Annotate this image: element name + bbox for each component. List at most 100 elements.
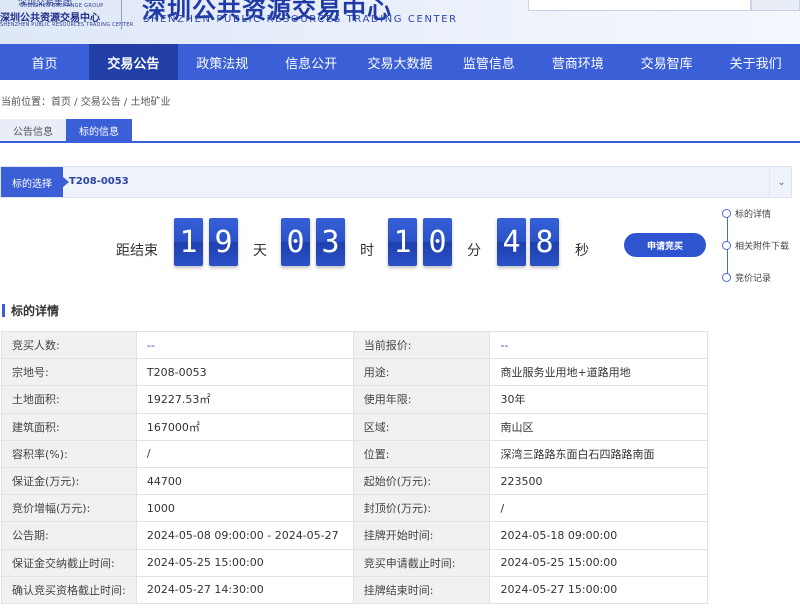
nav-item-business-env[interactable]: 营商环境 bbox=[533, 44, 622, 80]
detail-label: 封顶价(万元): bbox=[352, 494, 491, 523]
detail-value: 2024-05-27 14:30:00 bbox=[135, 575, 354, 604]
side-nav-label: 相关附件下载 bbox=[735, 242, 790, 252]
detail-value: / bbox=[489, 494, 708, 523]
chevron-down-icon[interactable]: ⌄ bbox=[769, 167, 793, 197]
logo-title-en: SHENZHEN PUBLIC RESOURCES TRADING CENTER bbox=[143, 14, 458, 25]
side-nav-item-attachments[interactable]: 相关附件下载 bbox=[722, 239, 789, 252]
nav-item-announcements[interactable]: 交易公告 bbox=[88, 44, 178, 80]
circle-icon bbox=[722, 209, 731, 218]
detail-value: 商业服务业用地+道路用地 bbox=[489, 358, 708, 387]
nav-item-big-data[interactable]: 交易大数据 bbox=[356, 44, 445, 80]
table-row: 竞价增幅(万元): 1000 封顶价(万元): / bbox=[1, 494, 708, 523]
detail-value: 深湾三路路东面白石四路路南面 bbox=[489, 439, 708, 468]
detail-value: T208-0053 bbox=[135, 358, 354, 387]
section-title-text: 标的详情 bbox=[11, 304, 60, 318]
detail-value: 2024-05-25 15:00:00 bbox=[489, 548, 708, 577]
countdown-minute-digit: 1 bbox=[388, 218, 417, 266]
section-title: 标的详情 bbox=[2, 302, 59, 319]
countdown-day-digit: 9 bbox=[209, 218, 238, 266]
breadcrumb: 当前位置：首页 / 交易公告 / 土地矿业 bbox=[1, 97, 171, 108]
detail-label: 公告期: bbox=[1, 521, 137, 550]
detail-label: 竞价增幅(万元): bbox=[1, 494, 137, 523]
detail-label: 位置: bbox=[352, 439, 491, 468]
countdown-second-unit: 秒 bbox=[575, 243, 589, 259]
detail-value: -- bbox=[489, 330, 708, 360]
nav-item-think-tank[interactable]: 交易智库 bbox=[622, 44, 711, 80]
side-nav-label: 标的详情 bbox=[735, 210, 772, 220]
countdown-day-digit: 1 bbox=[174, 218, 203, 266]
detail-label: 确认竞买资格截止时间: bbox=[1, 575, 137, 604]
detail-value: -- bbox=[135, 330, 354, 360]
circle-icon bbox=[722, 241, 731, 250]
detail-label: 宗地号: bbox=[1, 358, 137, 387]
detail-value: 19227.53㎡ bbox=[135, 385, 354, 414]
nav-item-disclosure[interactable]: 信息公开 bbox=[267, 44, 356, 80]
search-button[interactable] bbox=[751, 0, 800, 11]
detail-label: 竞买人数: bbox=[1, 330, 137, 360]
search-input[interactable] bbox=[528, 0, 751, 11]
countdown-second-digit: 8 bbox=[530, 218, 559, 266]
table-row: 土地面积: 19227.53㎡ 使用年限: 30年 bbox=[1, 385, 708, 414]
table-row: 宗地号: T208-0053 用途: 商业服务业用地+道路用地 bbox=[1, 358, 708, 387]
detail-value: 2024-05-27 15:00:00 bbox=[489, 575, 708, 604]
detail-table: 竞买人数: -- 当前报价: -- 宗地号: T208-0053 用途: 商业服… bbox=[1, 330, 708, 604]
site-header: 深圳交易集团 SHENZHEN EXCHANGE GROUP 深圳公共资源交易中… bbox=[0, 0, 800, 44]
side-nav-label: 竞价记录 bbox=[735, 274, 772, 284]
detail-label: 当前报价: bbox=[352, 330, 491, 360]
table-row: 保证金(万元): 44700 起始价(万元): 223500 bbox=[1, 466, 708, 496]
table-row: 保证金交纳截止时间: 2024-05-25 15:00:00 竞买申请截止时间:… bbox=[1, 548, 708, 577]
detail-label: 起始价(万元): bbox=[352, 466, 491, 496]
detail-value: / bbox=[135, 439, 354, 468]
group-logo[interactable]: 深圳交易集团 SHENZHEN EXCHANGE GROUP 深圳公共资源交易中… bbox=[0, 0, 133, 32]
detail-label: 保证金(万元): bbox=[1, 466, 137, 496]
detail-label: 挂牌开始时间: bbox=[352, 521, 491, 550]
selector-value[interactable]: T208-0053 bbox=[69, 176, 129, 187]
detail-value: 44700 bbox=[135, 466, 354, 496]
detail-label: 使用年限: bbox=[352, 385, 491, 414]
target-selector[interactable]: 标的选择 T208-0053 ⌄ bbox=[0, 166, 792, 198]
countdown-minute-unit: 分 bbox=[467, 243, 481, 259]
countdown-hour-digit: 0 bbox=[281, 218, 310, 266]
table-row: 容积率(%): / 位置: 深湾三路路东面白石四路路南面 bbox=[1, 439, 708, 468]
selector-label: 标的选择 bbox=[1, 167, 69, 197]
nav-item-regulation[interactable]: 监管信息 bbox=[444, 44, 533, 80]
detail-value: 2024-05-25 15:00:00 bbox=[135, 548, 354, 577]
table-row: 建筑面积: 167000㎡ 区域: 南山区 bbox=[1, 412, 708, 441]
countdown-hour-digit: 3 bbox=[316, 218, 345, 266]
detail-label: 区域: bbox=[352, 412, 491, 441]
table-row: 竞买人数: -- 当前报价: -- bbox=[1, 330, 708, 360]
detail-value: 223500 bbox=[489, 466, 708, 496]
section-accent-bar bbox=[2, 304, 5, 317]
apply-bid-button[interactable]: 申请竞买 bbox=[624, 233, 706, 257]
detail-label: 建筑面积: bbox=[1, 412, 137, 441]
countdown-second-digit: 4 bbox=[497, 218, 526, 266]
table-row: 公告期: 2024-05-08 09:00:00 - 2024-05-27 挂牌… bbox=[1, 521, 708, 550]
table-row: 确认竞买资格截止时间: 2024-05-27 14:30:00 挂牌结束时间: … bbox=[1, 575, 708, 604]
detail-label: 竞买申请截止时间: bbox=[352, 548, 491, 577]
detail-value: 167000㎡ bbox=[135, 412, 354, 441]
logo-small-line4: SHENZHEN PUBLIC RESOURCES TRADING CENTER bbox=[0, 22, 134, 28]
detail-value: 2024-05-18 09:00:00 bbox=[489, 521, 708, 550]
side-nav-item-details[interactable]: 标的详情 bbox=[722, 207, 771, 220]
detail-value: 南山区 bbox=[489, 412, 708, 441]
detail-label: 保证金交纳截止时间: bbox=[1, 548, 137, 577]
nav-item-about[interactable]: 关于我们 bbox=[711, 44, 800, 80]
countdown-hour-unit: 时 bbox=[360, 243, 374, 259]
nav-item-policies[interactable]: 政策法规 bbox=[178, 44, 267, 80]
side-nav-item-bid-records[interactable]: 竞价记录 bbox=[722, 271, 771, 284]
nav-item-home[interactable]: 首页 bbox=[0, 44, 89, 80]
countdown-day-unit: 天 bbox=[253, 243, 267, 259]
detail-label: 容积率(%): bbox=[1, 439, 137, 468]
countdown-minute-digit: 0 bbox=[423, 218, 452, 266]
tab-target-info[interactable]: 标的信息 bbox=[66, 119, 132, 141]
detail-label: 土地面积: bbox=[1, 385, 137, 414]
detail-value: 2024-05-08 09:00:00 - 2024-05-27 bbox=[135, 521, 354, 550]
tab-announcement-info[interactable]: 公告信息 bbox=[0, 119, 66, 141]
detail-value: 1000 bbox=[135, 494, 354, 523]
detail-label: 挂牌结束时间: bbox=[352, 575, 491, 604]
detail-label: 用途: bbox=[352, 358, 491, 387]
logo-divider bbox=[121, 0, 122, 30]
tab-bar: 公告信息 标的信息 bbox=[0, 119, 800, 143]
main-nav: 首页 交易公告 政策法规 信息公开 交易大数据 监管信息 营商环境 交易智库 关… bbox=[0, 44, 800, 80]
countdown-label: 距结束 bbox=[116, 243, 158, 259]
